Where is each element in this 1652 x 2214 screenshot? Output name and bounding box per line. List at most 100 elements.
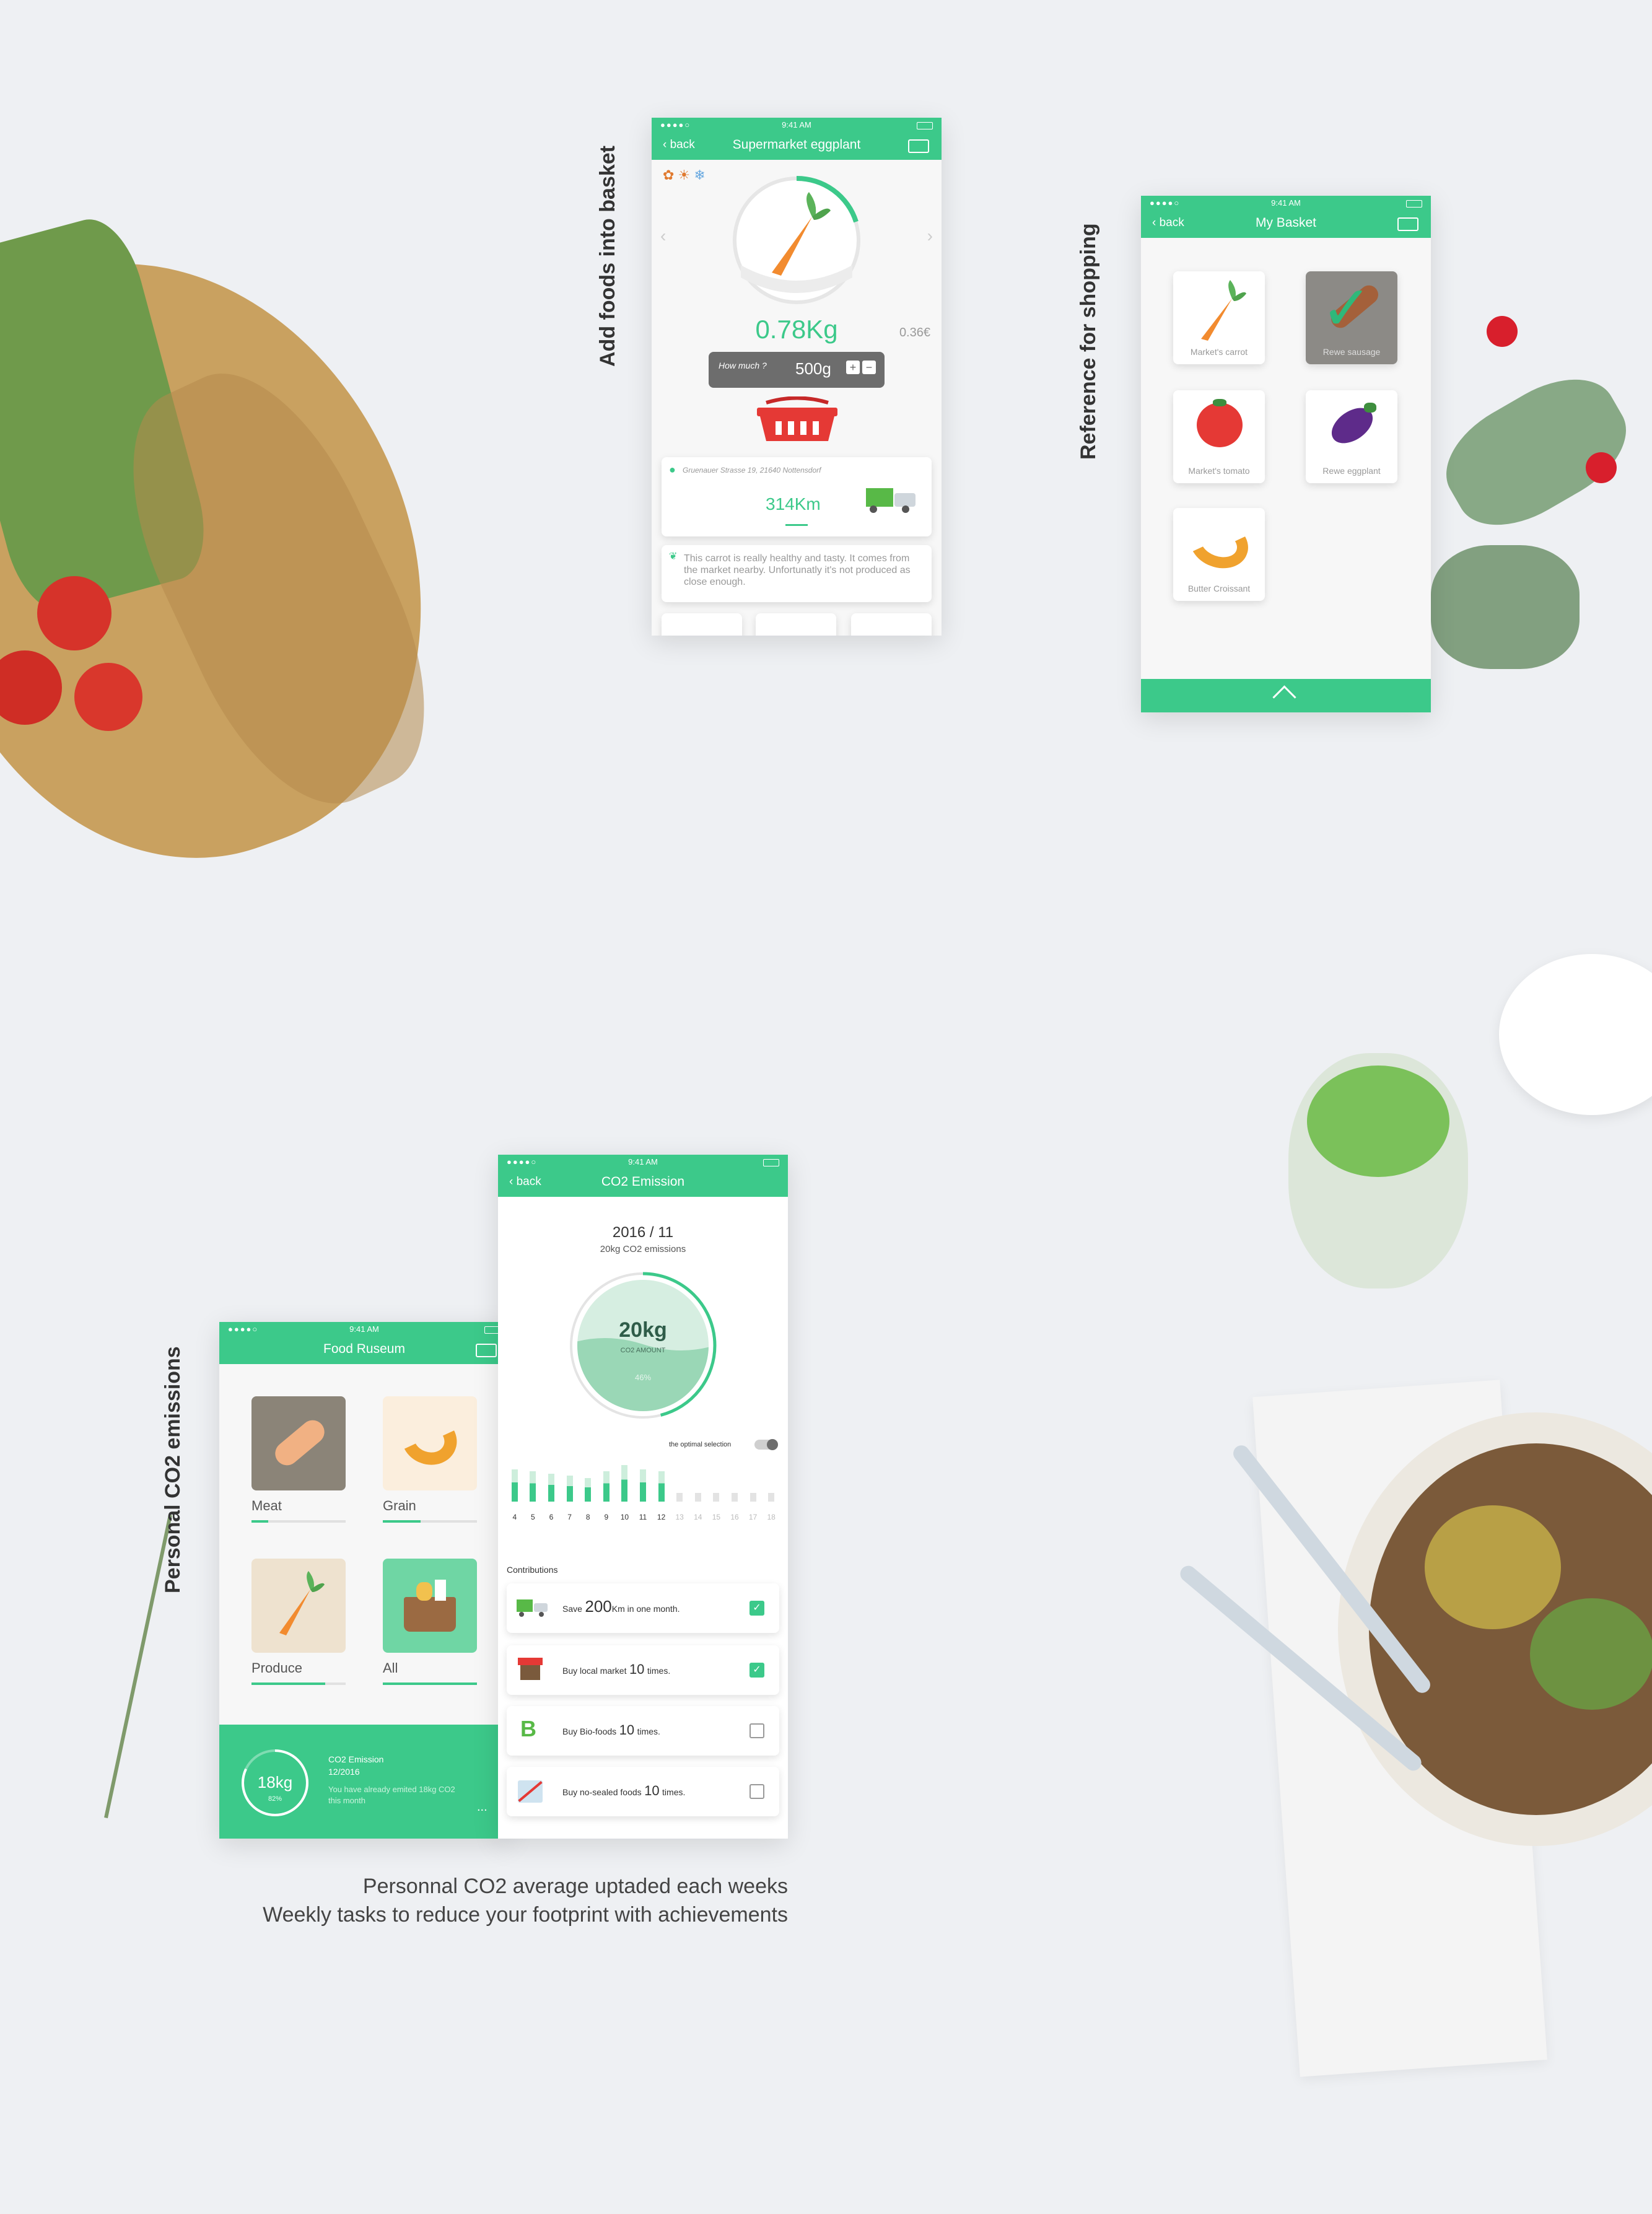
chart-bar-17[interactable] (750, 1493, 756, 1502)
contributions-label: Contributions (507, 1565, 558, 1575)
optimal-selection-toggle[interactable] (754, 1439, 778, 1450)
bio-leaf-icon: B (520, 1716, 536, 1741)
chart-tick-label: 17 (748, 1513, 758, 1521)
chart-bar-15[interactable] (713, 1493, 720, 1502)
task-checkbox-4[interactable] (750, 1784, 764, 1799)
no-plastic-icon (518, 1780, 543, 1803)
weekly-bar-chart: 4 5 6 7 8 9 10 11 12 13 14 15 16 17 18 (505, 1458, 780, 1521)
chevron-up-icon (1272, 685, 1296, 709)
basket-icon[interactable] (1397, 217, 1418, 231)
screen-my-basket: ●●●●○ 9:41 AM ‹ back My Basket Market's … (1141, 196, 1431, 712)
chart-bar-7[interactable] (566, 1476, 573, 1502)
origin-address: Gruenauer Strasse 19, 21640 Nottensdorf (683, 466, 821, 475)
chart-tick-label: 4 (512, 1513, 517, 1521)
meat-tile (251, 1396, 346, 1490)
chart-tick-label: 15 (712, 1513, 721, 1521)
add-to-basket-icon[interactable] (751, 396, 844, 446)
next-arrow-icon[interactable]: › (927, 226, 933, 246)
nav-bar: ‹ back Supermarket eggplant (652, 133, 942, 160)
chart-bar-13[interactable] (676, 1493, 683, 1502)
quantity-minus-button[interactable]: − (862, 361, 876, 374)
basket-item-sausage[interactable]: ✓ Rewe sausage (1306, 271, 1397, 364)
period-subtitle: 20kg CO2 emissions (600, 1244, 686, 1254)
chart-tick-label: 12 (657, 1513, 666, 1521)
chart-tick-label: 16 (730, 1513, 739, 1521)
screen-food-museum: ●●●●○ 9:41 AM Food Ruseum Meat Grain Pro… (219, 1322, 509, 1839)
carrot-icon (279, 1571, 325, 1635)
task-checkbox-1[interactable]: ✓ (750, 1601, 764, 1616)
task-no-sealed[interactable]: Buy no-sealed foods 10 times. (507, 1767, 779, 1816)
expand-bar[interactable] (1141, 679, 1431, 712)
chart-bar-12[interactable] (658, 1471, 665, 1502)
chart-bar-5[interactable] (530, 1471, 536, 1502)
prev-arrow-icon[interactable]: ‹ (660, 226, 666, 246)
product-description: This carrot is really healthy and tasty.… (684, 553, 911, 587)
related-card-2[interactable] (756, 613, 836, 636)
chart-bar-11[interactable] (640, 1469, 646, 1502)
basket-item-eggplant[interactable]: Rewe eggplant (1306, 390, 1397, 483)
quantity-plus-button[interactable]: + (846, 361, 860, 374)
all-progress (383, 1682, 477, 1685)
chart-bar-16[interactable] (732, 1493, 738, 1502)
produce-progress (251, 1682, 325, 1685)
location-pin-icon: ● (669, 463, 676, 476)
status-bar: ●●●●○ 9:41 AM (1141, 196, 1431, 211)
description-card: ❦ This carrot is really healthy and tast… (662, 545, 932, 602)
chart-bar-14[interactable] (694, 1493, 701, 1502)
monthly-emission-footer[interactable]: 18kg 82% CO2 Emission 12/2016 You have a… (219, 1725, 509, 1839)
sausage-icon (270, 1415, 330, 1471)
grocery-basket-icon (404, 1597, 456, 1632)
co2-gauge (569, 1272, 717, 1419)
caption: Personnal CO2 average uptaded each weeks… (124, 1872, 788, 1929)
basket-item-croissant[interactable]: Butter Croissant (1173, 508, 1265, 601)
chart-bar-6[interactable] (548, 1473, 554, 1502)
chart-tick-label: 14 (694, 1513, 702, 1521)
back-button[interactable]: ‹ back (509, 1170, 541, 1194)
status-bar: ●●●●○ 9:41 AM (498, 1155, 788, 1170)
task-save-km[interactable]: Save 200Km in one month. ✓ (507, 1583, 779, 1633)
label-reference: Reference for shopping (1077, 223, 1100, 460)
task-local-market[interactable]: Buy local market 10 times. ✓ (507, 1645, 779, 1695)
chart-bar-18[interactable] (768, 1493, 775, 1502)
chart-bar-9[interactable] (603, 1471, 610, 1502)
co2-value: 20kg (619, 1318, 667, 1342)
chart-tick-label: 10 (620, 1513, 629, 1521)
task-bio-foods[interactable]: B Buy Bio-foods 10 times. (507, 1706, 779, 1756)
status-bar: ●●●●○ 9:41 AM (219, 1322, 509, 1337)
co2-percent: 46% (634, 1373, 652, 1382)
smoothie-photo (1276, 954, 1652, 1301)
co2-label: CO2 AMOUNT (620, 1347, 666, 1354)
more-button[interactable]: ... (477, 1800, 487, 1814)
emission-value: 18kg (257, 1773, 293, 1792)
related-card-1[interactable] (662, 613, 742, 636)
optimal-selection-label: the optimal selection (669, 1441, 732, 1448)
basket-icon[interactable] (476, 1344, 497, 1357)
task-checkbox-3[interactable] (750, 1723, 764, 1738)
quantity-value[interactable]: 500g (795, 359, 831, 378)
tomato-icon (1197, 403, 1243, 447)
label-personal: Personal CO2 emissions (161, 1346, 185, 1593)
leaf-icon: ❦ (669, 551, 678, 562)
basket-icon[interactable] (908, 139, 929, 153)
nav-bar: ‹ back My Basket (1141, 211, 1431, 238)
chart-tick-label: 13 (675, 1513, 684, 1521)
produce-tile (251, 1559, 346, 1653)
nav-bar: ‹ back CO2 Emission (498, 1170, 788, 1197)
chart-tick-label: 8 (585, 1513, 590, 1521)
carrot-icon (1201, 280, 1246, 341)
chart-bar-4[interactable] (511, 1469, 518, 1502)
related-card-3[interactable] (851, 613, 932, 636)
back-button[interactable]: ‹ back (1152, 211, 1184, 235)
truck-icon (517, 1599, 549, 1618)
task-checkbox-2[interactable]: ✓ (750, 1663, 764, 1678)
chart-bar-10[interactable] (621, 1464, 628, 1502)
chart-tick-label: 11 (639, 1513, 647, 1521)
chart-tick-label: 18 (767, 1513, 776, 1521)
basket-item-carrot[interactable]: Market's carrot (1173, 271, 1265, 364)
basket-item-tomato[interactable]: Market's tomato (1173, 390, 1265, 483)
chart-bar-8[interactable] (585, 1477, 592, 1502)
meat-progress (251, 1520, 269, 1523)
back-button[interactable]: ‹ back (663, 133, 695, 157)
croissant-icon (1182, 511, 1256, 577)
carrot-icon (772, 192, 831, 276)
